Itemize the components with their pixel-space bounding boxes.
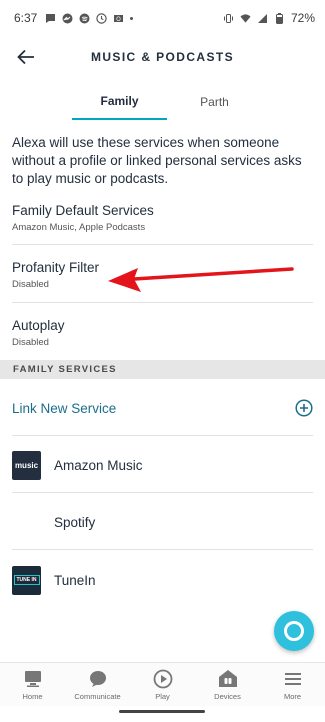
page-title: MUSIC & PODCASTS bbox=[90, 50, 235, 64]
battery-percent: 72% bbox=[290, 11, 315, 25]
messenger-notification-icon bbox=[62, 13, 73, 24]
link-new-service-button[interactable]: Link New Service bbox=[12, 394, 313, 422]
status-bar: 6:37 O 72% bbox=[0, 0, 325, 36]
setting-family-default-services[interactable]: Family Default Services Amazon Music, Ap… bbox=[12, 203, 313, 233]
divider bbox=[12, 492, 313, 493]
setting-title: Autoplay bbox=[12, 318, 65, 333]
chat-notification-icon bbox=[45, 13, 56, 24]
home-icon bbox=[23, 669, 43, 689]
nav-home[interactable]: Home bbox=[0, 663, 65, 706]
alexa-voice-button[interactable] bbox=[274, 611, 314, 651]
status-time: 6:37 bbox=[14, 11, 38, 25]
profile-tabs: Family Parth bbox=[72, 84, 262, 120]
nav-communicate[interactable]: Communicate bbox=[65, 663, 130, 706]
alexa-ring-icon bbox=[284, 621, 304, 641]
service-name: Amazon Music bbox=[54, 457, 143, 473]
divider bbox=[12, 435, 313, 436]
vibrate-icon bbox=[223, 13, 234, 24]
tunein-logo-icon: TUNE IN bbox=[12, 565, 41, 595]
back-button[interactable] bbox=[14, 46, 38, 68]
gesture-navigation-bar[interactable] bbox=[119, 710, 205, 713]
amazon-music-logo-icon: music bbox=[12, 450, 41, 480]
nav-label: Home bbox=[22, 691, 43, 701]
nav-play[interactable]: Play bbox=[130, 663, 195, 706]
battery-icon bbox=[274, 12, 285, 24]
communicate-icon bbox=[88, 669, 108, 689]
nav-label: Play bbox=[155, 691, 170, 701]
tab-family[interactable]: Family bbox=[72, 84, 167, 120]
devices-icon bbox=[218, 669, 238, 689]
service-tunein[interactable]: TUNE IN TuneIn bbox=[12, 565, 313, 595]
service-name: Spotify bbox=[54, 514, 96, 530]
service-name: TuneIn bbox=[54, 572, 96, 588]
service-spotify[interactable]: Spotify bbox=[12, 507, 313, 537]
setting-autoplay[interactable]: Autoplay Disabled bbox=[12, 318, 313, 348]
nav-label: Devices bbox=[214, 691, 241, 701]
section-header-family-services: FAMILY SERVICES bbox=[0, 360, 325, 379]
app-header: MUSIC & PODCASTS bbox=[0, 36, 325, 78]
clock-notification-icon bbox=[96, 12, 108, 24]
annotation-arrow-icon bbox=[108, 267, 294, 292]
spotify-notification-icon bbox=[79, 13, 90, 24]
setting-subtitle: Disabled bbox=[12, 337, 49, 348]
wifi-icon bbox=[240, 13, 251, 24]
outlook-notification-icon: O bbox=[113, 13, 124, 24]
back-arrow-icon bbox=[17, 49, 34, 65]
divider bbox=[12, 549, 313, 550]
notification-icons: O bbox=[45, 12, 134, 24]
setting-subtitle: Amazon Music, Apple Podcasts bbox=[12, 222, 146, 233]
play-icon bbox=[153, 669, 173, 689]
svg-text:O: O bbox=[116, 16, 121, 23]
setting-title: Family Default Services bbox=[12, 203, 154, 218]
more-icon bbox=[283, 669, 303, 689]
nav-devices[interactable]: Devices bbox=[195, 663, 260, 706]
service-amazon-music[interactable]: music Amazon Music bbox=[12, 450, 313, 480]
bottom-navigation: Home Communicate Play Devices More bbox=[0, 662, 325, 706]
cellular-signal-icon bbox=[257, 13, 268, 24]
divider bbox=[12, 302, 313, 303]
system-status-icons: 72% bbox=[223, 11, 315, 25]
intro-description: Alexa will use these services when someo… bbox=[12, 135, 302, 186]
nav-label: More bbox=[283, 691, 302, 701]
plus-circle-icon bbox=[295, 399, 313, 417]
tab-parth[interactable]: Parth bbox=[167, 84, 262, 120]
divider bbox=[12, 244, 313, 245]
nav-label: Communicate bbox=[74, 691, 121, 701]
nav-more[interactable]: More bbox=[260, 663, 325, 706]
more-notifications-dot bbox=[130, 16, 134, 20]
link-new-service-label: Link New Service bbox=[12, 400, 117, 416]
